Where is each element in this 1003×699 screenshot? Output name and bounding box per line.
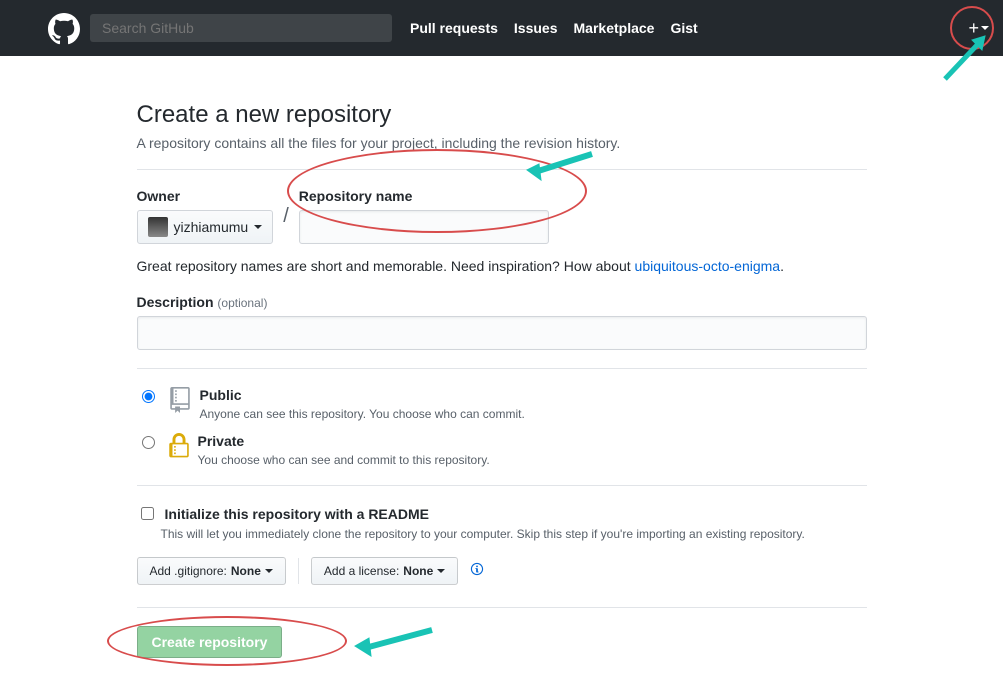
separator (137, 485, 867, 486)
separator (137, 368, 867, 369)
nav-pull-requests[interactable]: Pull requests (410, 20, 498, 36)
search-input[interactable] (100, 19, 382, 37)
visibility-private-title: Private (198, 433, 245, 449)
nav-links: Pull requests Issues Marketplace Gist (410, 20, 698, 36)
repo-name-hint: Great repository names are short and mem… (137, 258, 867, 274)
visibility-public-option[interactable]: Public Anyone can see this repository. Y… (137, 387, 867, 421)
create-repository-button[interactable]: Create repository (137, 626, 283, 658)
options-row: Add .gitignore: None Add a license: None (137, 557, 867, 585)
annotation-arrow-submit (347, 624, 437, 664)
description-field: Description (optional) (137, 294, 867, 350)
readme-row: Initialize this repository with a README (137, 504, 867, 523)
name-suggestion-link[interactable]: ubiquitous-octo-enigma (635, 258, 781, 274)
slash-separator: / (283, 205, 289, 228)
visibility-private-radio[interactable] (142, 436, 155, 449)
visibility-private-desc: You choose who can see and commit to thi… (198, 453, 490, 467)
visibility-public-radio[interactable] (142, 390, 155, 403)
owner-avatar (148, 217, 168, 237)
repo-icon (168, 387, 192, 418)
caret-down-icon (437, 569, 445, 573)
annotation-arrow-reponame (517, 150, 597, 184)
separator (137, 169, 867, 170)
owner-label: Owner (137, 188, 274, 204)
description-label: Description (optional) (137, 294, 867, 310)
visibility-public-desc: Anyone can see this repository. You choo… (200, 407, 525, 421)
owner-dropdown[interactable]: yizhiamumu (137, 210, 274, 244)
separator (137, 607, 867, 608)
header: Pull requests Issues Marketplace Gist + (0, 0, 1003, 56)
visibility-public-title: Public (200, 387, 242, 403)
license-dropdown[interactable]: Add a license: None (311, 557, 458, 585)
caret-down-icon (981, 26, 989, 30)
nav-marketplace[interactable]: Marketplace (574, 20, 655, 36)
description-input[interactable] (137, 316, 867, 350)
nav-gist[interactable]: Gist (670, 20, 697, 36)
search-box[interactable] (90, 14, 392, 42)
page-title: Create a new repository (137, 101, 867, 129)
plus-icon: + (968, 18, 979, 39)
visibility-private-option[interactable]: Private You choose who can see and commi… (137, 433, 867, 467)
nav-issues[interactable]: Issues (514, 20, 558, 36)
divider (298, 558, 299, 584)
create-new-dropdown[interactable]: + (968, 18, 989, 39)
license-info-icon[interactable] (470, 562, 484, 581)
caret-down-icon (265, 569, 273, 573)
owner-repo-row: Owner yizhiamumu / Repository name (137, 188, 867, 244)
repo-name-field: Repository name (299, 188, 549, 244)
caret-down-icon (254, 225, 262, 229)
header-right: + (968, 18, 989, 39)
gitignore-dropdown[interactable]: Add .gitignore: None (137, 557, 286, 585)
readme-label: Initialize this repository with a README (165, 506, 429, 522)
repo-name-label: Repository name (299, 188, 549, 204)
owner-field: Owner yizhiamumu (137, 188, 274, 244)
readme-checkbox[interactable] (141, 507, 154, 520)
lock-icon (168, 433, 190, 464)
repo-name-input[interactable] (299, 210, 549, 244)
readme-desc: This will let you immediately clone the … (161, 527, 867, 541)
main-content: Create a new repository A repository con… (137, 56, 867, 658)
owner-name: yizhiamumu (174, 219, 249, 235)
page-subtitle: A repository contains all the files for … (137, 135, 867, 151)
